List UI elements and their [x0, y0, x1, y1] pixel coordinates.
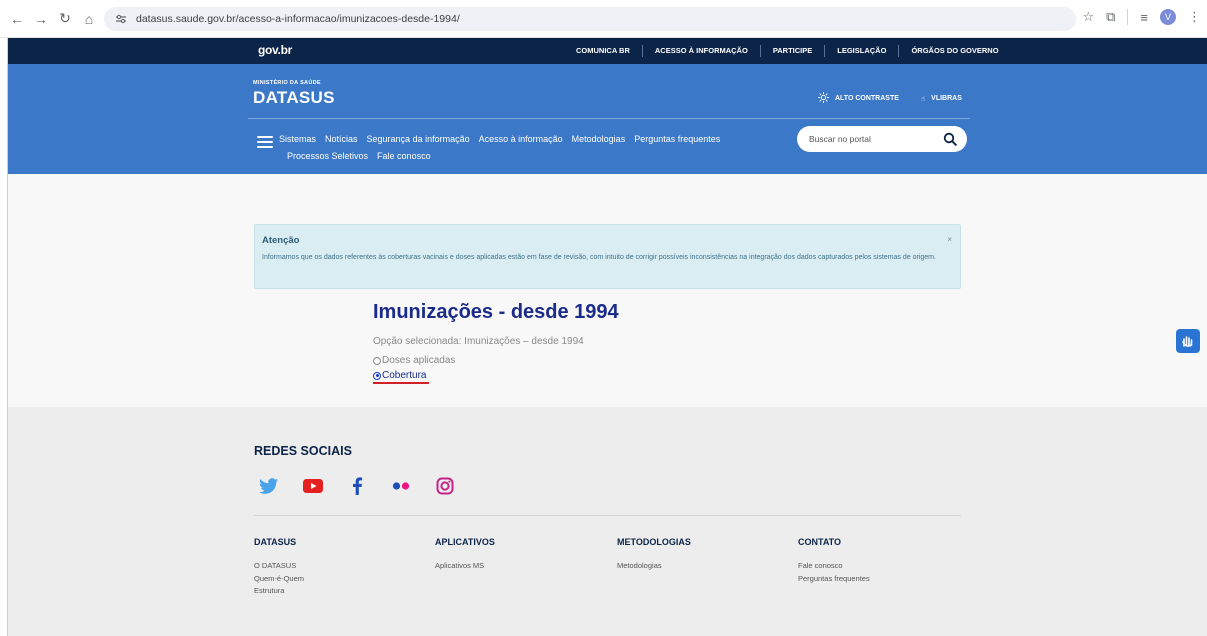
twitter-icon[interactable]: [258, 475, 280, 497]
social-icons: [258, 475, 456, 497]
extensions-icon[interactable]: ⧉: [1106, 9, 1115, 25]
reload-icon[interactable]: ↻: [54, 8, 76, 30]
flickr-icon[interactable]: [390, 475, 412, 497]
forward-icon[interactable]: →: [30, 8, 52, 30]
option-label[interactable]: Cobertura: [382, 370, 426, 381]
footer-link[interactable]: Perguntas frequentes: [798, 573, 870, 586]
site-header: MINISTÉRIO DA SAÚDE DATASUS ALTO CONTRAS…: [8, 64, 1207, 174]
radio-doses-aplicadas[interactable]: [373, 356, 381, 365]
footer-col-aplicativos: APLICATIVOS Aplicativos MS: [435, 537, 495, 573]
reading-list-icon[interactable]: ≡: [1140, 10, 1148, 25]
portal-search: [797, 126, 967, 152]
window-frame-left: [0, 38, 8, 636]
toolbar-divider: [1127, 9, 1129, 25]
facebook-icon[interactable]: [346, 475, 368, 497]
instagram-icon[interactable]: [434, 475, 456, 497]
home-icon[interactable]: ⌂: [78, 8, 100, 30]
site-brand[interactable]: DATASUS: [253, 88, 335, 108]
alert-title: Atenção: [262, 235, 300, 246]
hamburger-menu-icon[interactable]: [257, 136, 273, 148]
cobertura-underline: [373, 382, 429, 384]
govbr-link-participe[interactable]: PARTICIPE: [759, 45, 824, 57]
page-title: Imunizações - desde 1994: [373, 301, 619, 323]
radio-cobertura[interactable]: [373, 371, 381, 380]
nav-sistemas[interactable]: Sistemas: [279, 134, 316, 144]
youtube-icon[interactable]: [302, 475, 324, 497]
nav-seguranca[interactable]: Segurança da informação: [367, 134, 470, 144]
footer-divider: [254, 515, 961, 516]
accessibility-links: ALTO CONTRASTE ☝ VLIBRAS: [818, 92, 962, 105]
option-cobertura[interactable]: Cobertura: [373, 370, 426, 381]
footer-col-datasus: DATASUS O DATASUS Quem-é-Quem Estrutura: [254, 537, 304, 598]
address-bar[interactable]: datasus.saude.gov.br/acesso-a-informacao…: [104, 7, 1076, 31]
govbr-logo[interactable]: gov.br: [258, 43, 292, 57]
footer-link[interactable]: Quem-é-Quem: [254, 573, 304, 586]
sign-language-icon: [1182, 336, 1193, 347]
option-label[interactable]: Doses aplicadas: [382, 355, 455, 366]
ministry-label: MINISTÉRIO DA SAÚDE: [253, 80, 321, 86]
site-settings-icon[interactable]: [114, 12, 128, 26]
footer-link[interactable]: Metodologias: [617, 560, 691, 573]
footer-link[interactable]: Estrutura: [254, 585, 304, 598]
footer-heading: METODOLOGIAS: [617, 537, 691, 547]
social-title: REDES SOCIAIS: [254, 444, 352, 458]
footer-heading: DATASUS: [254, 537, 297, 547]
bookmark-star-icon[interactable]: ☆: [1082, 9, 1094, 25]
nav-perguntas[interactable]: Perguntas frequentes: [634, 134, 720, 144]
govbr-link-acesso[interactable]: ACESSO À INFORMAÇÃO: [641, 45, 760, 57]
vlibras-link[interactable]: VLIBRAS: [931, 95, 962, 102]
profile-avatar[interactable]: V: [1160, 9, 1176, 25]
nav-fale-conosco[interactable]: Fale conosco: [377, 151, 431, 161]
footer-col-contato: CONTATO Fale conosco Perguntas frequente…: [798, 537, 870, 585]
govbr-link-orgaos[interactable]: ÓRGÃOS DO GOVERNO: [898, 45, 1010, 57]
search-input[interactable]: [809, 134, 939, 144]
selected-option-text: Opção selecionada: Imunizações – desde 1…: [373, 336, 584, 347]
browser-tools: ☆ ⧉ ≡ V ⋮: [1082, 9, 1201, 25]
govbr-link-legislacao[interactable]: LEGISLAÇÃO: [824, 45, 898, 57]
browser-menu-icon[interactable]: ⋮: [1188, 9, 1201, 25]
nav-processos-seletivos[interactable]: Processos Seletivos: [287, 151, 368, 161]
main-nav-row1: Sistemas Notícias Segurança da informaçã…: [279, 134, 720, 144]
footer-col-metodologias: METODOLOGIAS Metodologias: [617, 537, 691, 573]
browser-toolbar: ← → ↻ ⌂ datasus.saude.gov.br/acesso-a-in…: [0, 0, 1207, 38]
nav-noticias[interactable]: Notícias: [325, 134, 358, 144]
header-divider: [248, 118, 970, 119]
govbr-link-comunica[interactable]: COMUNICA BR: [568, 45, 642, 57]
attention-alert: Atenção Informamos que os dados referent…: [254, 224, 961, 289]
alert-close-button[interactable]: ×: [947, 235, 952, 244]
search-icon[interactable]: [943, 132, 957, 146]
high-contrast-link[interactable]: ALTO CONTRASTE: [835, 95, 899, 102]
govbr-bar: gov.br COMUNICA BR ACESSO À INFORMAÇÃO P…: [8, 38, 1207, 64]
option-doses-aplicadas[interactable]: Doses aplicadas: [373, 355, 455, 366]
footer-heading: CONTATO: [798, 537, 841, 547]
nav-acesso-informacao[interactable]: Acesso à informação: [479, 134, 563, 144]
vlibras-widget-button[interactable]: [1176, 329, 1200, 353]
browser-nav: ← → ↻ ⌂: [6, 8, 100, 30]
govbr-links: COMUNICA BR ACESSO À INFORMAÇÃO PARTICIP…: [568, 38, 1011, 64]
main-nav-row2: Processos Seletivos Fale conosco: [287, 151, 431, 161]
site-footer: REDES SOCIAIS DATASUS O DATASUS Quem-é-Q…: [8, 407, 1207, 636]
alert-text: Informamos que os dados referentes às co…: [262, 254, 936, 261]
main-content: Atenção Informamos que os dados referent…: [8, 174, 1207, 407]
footer-link[interactable]: Fale conosco: [798, 560, 870, 573]
nav-metodologias[interactable]: Metodologias: [572, 134, 626, 144]
footer-link[interactable]: Aplicativos MS: [435, 560, 495, 573]
url-text[interactable]: datasus.saude.gov.br/acesso-a-informacao…: [136, 13, 460, 25]
vlibras-hand-icon[interactable]: ☝: [921, 95, 925, 103]
footer-link[interactable]: O DATASUS: [254, 560, 304, 573]
back-icon[interactable]: ←: [6, 8, 28, 30]
contrast-icon[interactable]: [818, 92, 829, 105]
footer-heading: APLICATIVOS: [435, 537, 495, 547]
